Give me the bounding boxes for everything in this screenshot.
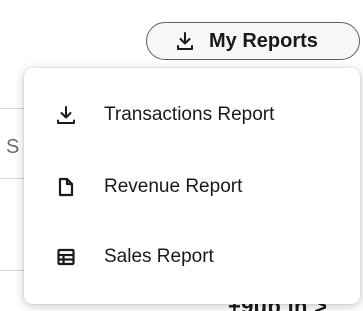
report-page: S +9ub in > My Reports Transactions Repo… xyxy=(0,0,363,311)
menu-item-revenue-report[interactable]: Revenue Report xyxy=(24,152,360,222)
menu-item-label: Revenue Report xyxy=(104,176,243,197)
menu-item-transactions-report[interactable]: Transactions Report xyxy=(24,80,360,150)
download-icon xyxy=(175,31,195,51)
download-icon xyxy=(56,105,76,125)
my-reports-label: My Reports xyxy=(209,29,318,52)
my-reports-button[interactable]: My Reports xyxy=(146,22,360,60)
reports-dropdown-menu: Transactions Report Revenue Report Sales… xyxy=(24,68,360,304)
table-icon xyxy=(56,247,76,267)
menu-item-label: Transactions Report xyxy=(104,104,275,125)
menu-item-sales-report[interactable]: Sales Report xyxy=(24,222,360,292)
menu-item-label: Sales Report xyxy=(104,246,214,267)
document-icon xyxy=(56,177,76,197)
background-partial-text: S xyxy=(6,136,20,158)
